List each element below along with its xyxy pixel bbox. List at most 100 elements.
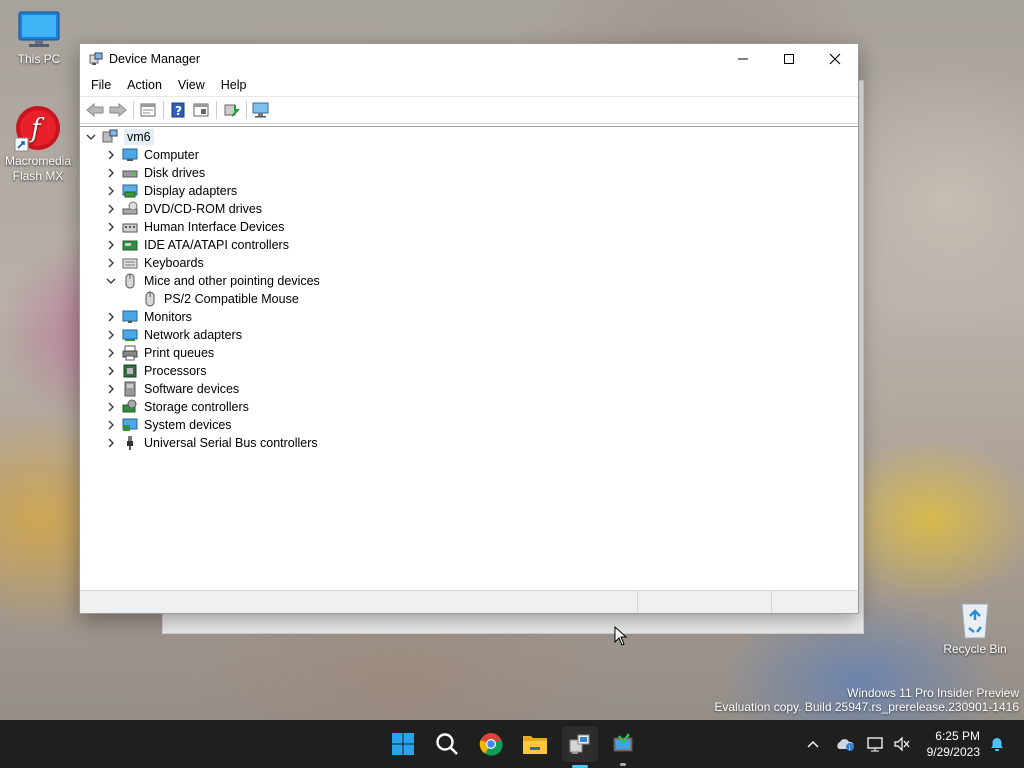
tree-item[interactable]: Print queues — [104, 344, 214, 362]
tree-root[interactable]: vm6 — [84, 128, 154, 146]
svg-text:?: ? — [175, 104, 182, 118]
chevron-right-icon[interactable] — [104, 308, 118, 326]
volume-tray-button[interactable] — [890, 720, 914, 768]
properties-button[interactable] — [137, 100, 159, 120]
desktop-icon-this-pc[interactable]: This PC — [4, 10, 74, 67]
chevron-down-icon[interactable] — [84, 128, 98, 146]
clock-time: 6:25 PM — [935, 729, 980, 743]
desktop-icon-label: Macromedia Flash MX — [4, 154, 72, 183]
app-taskbar-button[interactable] — [607, 728, 639, 766]
close-button[interactable] — [812, 44, 858, 74]
chevron-right-icon[interactable] — [104, 362, 118, 380]
taskbar-clock[interactable]: 6:25 PM 9/29/2023 — [927, 728, 980, 760]
ide-controller-icon — [122, 237, 138, 253]
tree-item[interactable]: Computer — [104, 146, 199, 164]
help-button[interactable]: ? — [167, 100, 189, 120]
device-tree[interactable]: vm6 Computer Disk drives Display adapters D… — [80, 126, 858, 588]
toolbar-separator — [246, 101, 247, 119]
monitor-icon — [17, 10, 61, 50]
title-bar[interactable]: Device Manager — [80, 44, 858, 74]
chevron-right-icon[interactable] — [104, 434, 118, 452]
chrome-button[interactable] — [475, 728, 507, 760]
chevron-right-icon[interactable] — [104, 200, 118, 218]
update-driver-button[interactable] — [220, 100, 242, 120]
tree-item[interactable]: Network adapters — [104, 326, 242, 344]
network-tray-button[interactable] — [864, 720, 888, 768]
tree-item[interactable]: Keyboards — [104, 254, 204, 272]
tree-item-label: Storage controllers — [144, 400, 249, 414]
chevron-right-icon[interactable] — [104, 182, 118, 200]
scan-hardware-button[interactable] — [250, 100, 272, 120]
tree-item[interactable]: Disk drives — [104, 164, 205, 182]
menu-file[interactable]: File — [83, 76, 119, 94]
processor-icon — [122, 363, 138, 379]
chevron-right-icon[interactable] — [104, 146, 118, 164]
maximize-button[interactable] — [766, 44, 812, 74]
onedrive-icon: i — [837, 739, 854, 751]
maximize-icon — [784, 54, 794, 64]
menu-action[interactable]: Action — [119, 76, 170, 94]
software-device-icon — [122, 381, 138, 397]
chevron-right-icon[interactable] — [104, 218, 118, 236]
start-button[interactable] — [387, 728, 419, 760]
file-explorer-icon — [523, 736, 547, 754]
clock-date: 9/29/2023 — [926, 745, 980, 759]
search-button[interactable] — [431, 728, 463, 760]
storage-controller-icon — [122, 399, 138, 415]
chevron-down-icon[interactable] — [104, 272, 118, 290]
tree-item-label: Display adapters — [144, 184, 238, 198]
tree-item-label: DVD/CD-ROM drives — [144, 202, 263, 216]
tree-item[interactable]: Processors — [104, 362, 207, 380]
chevron-right-icon[interactable] — [104, 416, 118, 434]
tree-item[interactable]: Monitors — [104, 308, 192, 326]
tray-overflow-button[interactable] — [802, 720, 824, 768]
tree-item[interactable]: Human Interface Devices — [104, 218, 284, 236]
tree-item[interactable]: DVD/CD-ROM drives — [104, 200, 262, 218]
tree-item[interactable]: Software devices — [104, 380, 239, 398]
notification-button[interactable] — [986, 720, 1008, 768]
minimize-button[interactable] — [720, 44, 766, 74]
minimize-icon — [738, 58, 748, 60]
chevron-right-icon[interactable] — [104, 254, 118, 272]
tree-item[interactable]: Universal Serial Bus controllers — [104, 434, 318, 452]
desktop-icon-flash-mx[interactable]: f Macromedia Flash MX — [3, 104, 73, 184]
desktop-icon-label: This PC — [17, 52, 61, 66]
chevron-up-icon — [807, 741, 819, 748]
chrome-icon — [479, 733, 503, 756]
back-button[interactable] — [84, 100, 106, 120]
menu-help[interactable]: Help — [213, 76, 255, 94]
tree-item[interactable]: Storage controllers — [104, 398, 249, 416]
view-button[interactable] — [190, 100, 212, 120]
tree-item[interactable]: Mice and other pointing devices — [104, 272, 320, 290]
device-manager-taskbar-button[interactable] — [562, 726, 598, 768]
tree-item[interactable]: System devices — [104, 416, 232, 434]
desktop-icon-recycle-bin[interactable]: Recycle Bin — [940, 600, 1010, 657]
chevron-right-icon[interactable] — [104, 326, 118, 344]
tree-item[interactable]: Display adapters — [104, 182, 237, 200]
computer-root-icon — [102, 129, 118, 145]
chevron-right-icon[interactable] — [104, 398, 118, 416]
menu-view[interactable]: View — [170, 76, 213, 94]
tree-child-item[interactable]: PS/2 Compatible Mouse — [138, 290, 299, 308]
forward-button[interactable] — [107, 100, 129, 120]
tree-item-label: IDE ATA/ATAPI controllers — [144, 238, 289, 252]
search-icon — [436, 733, 458, 755]
onedrive-tray-button[interactable]: i — [834, 720, 856, 768]
scan-hardware-icon — [252, 102, 269, 118]
chevron-right-icon[interactable] — [104, 380, 118, 398]
keyboard-icon — [122, 255, 138, 271]
forward-arrow-icon — [109, 103, 127, 117]
chevron-right-icon[interactable] — [104, 344, 118, 362]
file-explorer-button[interactable] — [519, 728, 551, 760]
monitor-icon — [122, 309, 138, 325]
app-icon — [613, 733, 633, 752]
watermark-line1: Windows 11 Pro Insider Preview — [847, 686, 1019, 700]
tree-item[interactable]: IDE ATA/ATAPI controllers — [104, 236, 289, 254]
help-icon: ? — [171, 102, 185, 118]
tree-item-label: Monitors — [144, 310, 192, 324]
chevron-right-icon[interactable] — [104, 164, 118, 182]
dvd-drive-icon — [122, 201, 138, 217]
device-manager-window: Device Manager File Action View Help ? v… — [79, 43, 859, 614]
status-cell — [638, 591, 772, 613]
chevron-right-icon[interactable] — [104, 236, 118, 254]
